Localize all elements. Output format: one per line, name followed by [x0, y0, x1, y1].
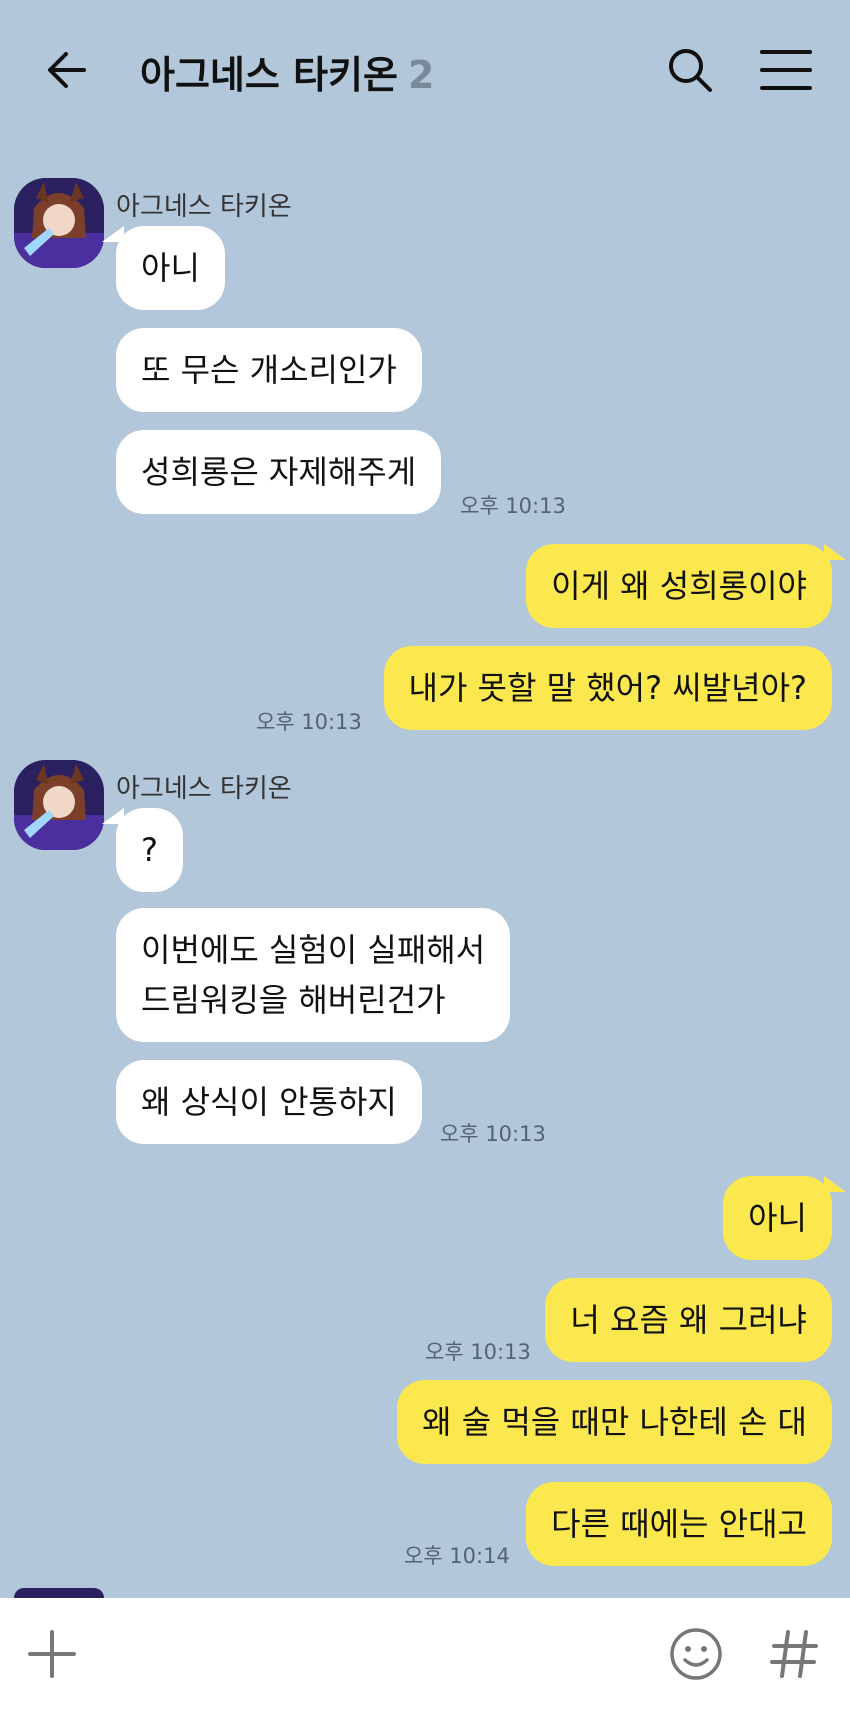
message-bubble[interactable]: 왜 상식이 안통하지 — [116, 1060, 422, 1144]
message-time: 오후 10:14 — [404, 1544, 510, 1568]
search-icon[interactable] — [662, 42, 718, 98]
menu-icon[interactable] — [758, 42, 814, 98]
avatar — [14, 1588, 104, 1598]
message-bubble[interactable]: 내가 못할 말 했어? 씨발년아? — [383, 646, 832, 730]
message-bubble[interactable]: 또 무슨 개소리인가 — [116, 328, 422, 412]
message-bubble[interactable]: ? — [116, 808, 183, 892]
message-bubble[interactable]: 다른 때에는 안대고 — [526, 1482, 832, 1566]
back-arrow-icon[interactable] — [40, 42, 96, 98]
message-bubble[interactable]: 아니 — [116, 226, 225, 310]
message-bubble[interactable]: 이게 왜 성희롱이야 — [526, 544, 832, 628]
message-time: 오후 10:13 — [256, 710, 362, 734]
message-line: 이번에도 실험이 실패해서 — [141, 931, 486, 969]
avatar[interactable] — [14, 178, 104, 268]
bubble-tail — [824, 1176, 846, 1192]
message-time: 오후 10:13 — [425, 1340, 531, 1364]
sender-name: 아그네스 타키온 — [116, 192, 292, 222]
chat-title: 아그네스 타키온 2 — [140, 44, 434, 99]
avatar-image — [14, 178, 104, 268]
bubble-tail — [824, 544, 846, 560]
message-time: 오후 10:13 — [440, 1122, 546, 1146]
message-bubble[interactable]: 왜 술 먹을 때만 나한테 손 대 — [397, 1380, 832, 1464]
member-count: 2 — [407, 53, 435, 97]
chat-title-name: 아그네스 타키온 — [140, 53, 398, 97]
sender-name: 아그네스 타키온 — [116, 774, 292, 804]
message-bubble[interactable]: 아니 — [723, 1176, 832, 1260]
avatar-image — [14, 760, 104, 850]
emoji-icon[interactable] — [664, 1622, 728, 1686]
message-input-bar[interactable] — [0, 1598, 850, 1713]
hashtag-icon[interactable] — [762, 1622, 826, 1686]
message-time: 오후 10:13 — [460, 494, 566, 518]
plus-icon[interactable] — [20, 1622, 84, 1686]
message-line: 드림워킹을 해버린건가 — [141, 981, 446, 1019]
message-bubble[interactable]: 이번에도 실험이 실패해서 드림워킹을 해버린건가 — [116, 908, 511, 1042]
message-bubble[interactable]: 성희롱은 자제해주게 — [116, 430, 442, 514]
chat-header: 아그네스 타키온 2 — [0, 0, 850, 140]
message-bubble[interactable]: 너 요즘 왜 그러냐 — [545, 1278, 832, 1362]
avatar[interactable] — [14, 760, 104, 850]
